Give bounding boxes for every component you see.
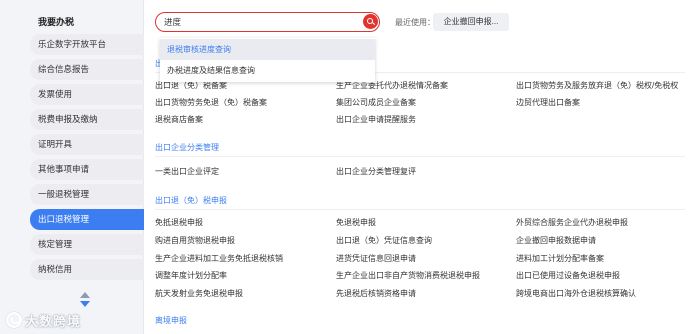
chevron-down-icon[interactable]	[80, 301, 90, 307]
link-item[interactable]: 出口已使用过设备免退税申报	[516, 270, 620, 281]
link-item[interactable]: 调整年度计划分配率	[155, 270, 227, 281]
section-title-classification: 出口企业分类管理	[155, 143, 219, 152]
link-item[interactable]: 企业撤回申报数据申请	[516, 235, 596, 246]
sidebar-item-general-refund[interactable]: 一般退税管理	[30, 184, 144, 205]
link-item[interactable]: 集团公司成员企业备案	[336, 97, 416, 108]
link-item[interactable]: 进货凭证信息回退申请	[336, 253, 416, 264]
section-title-offshore: 离境申报	[155, 316, 187, 325]
search-button[interactable]	[363, 14, 378, 29]
section-title-declaration: 出口退（免）税申报	[155, 196, 227, 205]
sidebar-item-info-report[interactable]: 综合信息报告	[30, 59, 144, 80]
link-item[interactable]: 进料加工计划分配率备案	[516, 253, 604, 264]
link-item[interactable]: 一类出口企业评定	[155, 166, 219, 177]
link-item[interactable]: 免抵退税申报	[155, 217, 203, 228]
link-item[interactable]: 先退税后核销资格申请	[336, 288, 416, 299]
sidebar-item-invoice[interactable]: 发票使用	[30, 84, 144, 105]
sidebar-item-credit[interactable]: 纳税信用	[30, 259, 144, 280]
link-item[interactable]: 购进自用货物退税申报	[155, 235, 235, 246]
sidebar-item-other-apply[interactable]: 其他事项申请	[30, 159, 144, 180]
sidebar-item-certificate[interactable]: 证明开具	[30, 134, 144, 155]
link-item[interactable]: 出口企业申请提醒服务	[336, 114, 416, 125]
suggestion-item[interactable]: 办税进度及结果信息查询	[160, 60, 375, 81]
search-input[interactable]	[164, 16, 354, 28]
link-item[interactable]: 生产企业进料加工业务免抵退税核销	[155, 253, 283, 264]
sidebar-title: 我要办税	[38, 17, 75, 27]
link-item[interactable]: 出口退（免）凭证信息查询	[336, 235, 432, 246]
recent-chip[interactable]: 企业撤回申报...	[433, 13, 509, 31]
sidebar-item-lqi-platform[interactable]: 乐企数字开放平台	[30, 34, 144, 55]
search-box[interactable]	[155, 12, 380, 32]
link-item[interactable]: 外贸综合服务企业代办退税申报	[516, 217, 628, 228]
watermark-logo-icon	[6, 312, 22, 328]
sidebar-item-assessment[interactable]: 核定管理	[30, 234, 144, 255]
sidebar-scroll-control[interactable]	[78, 292, 92, 312]
divider	[155, 156, 685, 157]
watermark-text: 大数跨境	[25, 313, 82, 329]
link-item[interactable]: 出口货物劳务及服务放弃退（免）税权/免税权	[516, 80, 678, 91]
link-item[interactable]: 免退税申报	[336, 217, 376, 228]
sidebar-item-tax-payment[interactable]: 税费申报及缴纳	[30, 109, 144, 130]
watermark: 大数跨境	[6, 311, 81, 329]
link-item[interactable]: 跨境电商出口海外仓退税核算确认	[516, 288, 636, 299]
chevron-up-icon[interactable]	[80, 292, 90, 298]
link-item[interactable]: 出口企业分类管理复评	[336, 166, 416, 177]
recent-label: 最近使用：	[395, 18, 435, 27]
link-item[interactable]: 退税商店备案	[155, 114, 203, 125]
suggestion-item[interactable]: 退税审核进度查询	[160, 39, 375, 60]
divider	[155, 209, 685, 210]
search-suggestions: 退税审核进度查询 办税进度及结果信息查询	[160, 38, 375, 82]
sidebar-item-export-refund[interactable]: 出口退税管理	[30, 209, 144, 230]
link-item[interactable]: 边贸代理出口备案	[516, 97, 580, 108]
link-item[interactable]: 生产企业出口非自产货物消费税退税申报	[336, 270, 480, 281]
link-item[interactable]: 出口货物劳务免退（免）税备案	[155, 97, 267, 108]
link-item[interactable]: 航天发射业务免退税申报	[155, 288, 243, 299]
sidebar: 我要办税 乐企数字开放平台 综合信息报告 发票使用 税费申报及缴纳 证明开具 其…	[0, 0, 144, 334]
